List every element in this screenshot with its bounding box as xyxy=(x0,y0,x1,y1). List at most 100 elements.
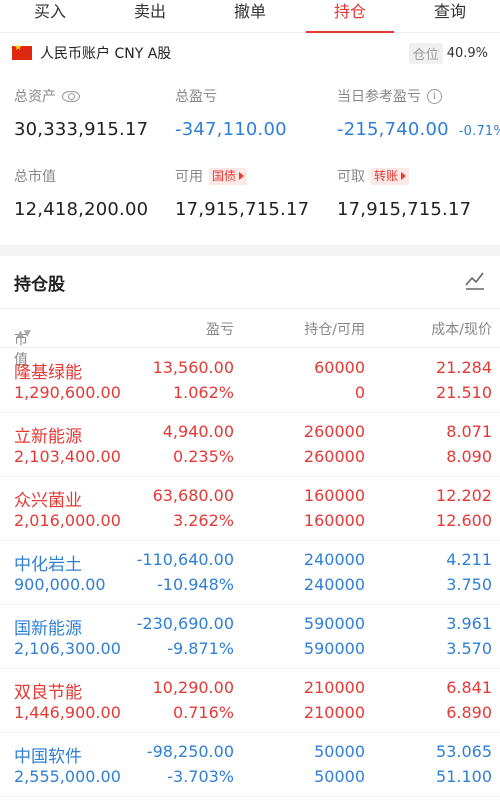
stock-available: 260000 xyxy=(303,447,365,466)
available-funds: 可用 国债 17,915,715.17 xyxy=(175,165,309,220)
stock-available: 0 xyxy=(354,383,365,402)
stock-name: 中化岩土 xyxy=(14,555,82,575)
daily-pnl-value: -215,740.00 xyxy=(337,119,449,140)
tab-cancel[interactable]: 撤单 xyxy=(200,0,300,32)
holdings-title: 持仓股 xyxy=(14,275,65,295)
stock-market-value: 2,106,300.00 xyxy=(14,639,121,658)
stock-pnl-percent: -3.703% xyxy=(167,767,234,786)
stock-position: 50000 xyxy=(314,742,365,761)
total-assets: 总资产 30,333,915.17 xyxy=(14,85,148,140)
stock-name: 双良节能 xyxy=(14,683,82,703)
stock-pnl: -110,640.00 xyxy=(136,550,234,569)
stock-price: 21.510 xyxy=(436,383,492,402)
stock-price: 3.750 xyxy=(446,575,492,594)
withdrawable-value: 17,915,715.17 xyxy=(337,199,472,220)
info-icon[interactable]: i xyxy=(427,88,442,104)
total-pnl: 总盈亏 -347,110.00 xyxy=(175,85,287,140)
stock-position: 260000 xyxy=(303,422,365,441)
tab-buy[interactable]: 买入 xyxy=(0,0,100,32)
withdrawable-label: 可取 xyxy=(337,169,365,185)
line-chart-icon[interactable] xyxy=(464,269,486,291)
stock-market-value: 1,290,600.00 xyxy=(14,383,121,402)
account-row[interactable]: 人民币账户 CNY A股 仓位 40.9% xyxy=(0,33,500,73)
section-divider xyxy=(0,245,500,256)
stock-market-value: 1,446,900.00 xyxy=(14,703,121,722)
total-pnl-label: 总盈亏 xyxy=(175,89,217,105)
table-row[interactable]: 中化岩土 900,000.00 -110,640.00 -10.948% 240… xyxy=(0,541,500,605)
stock-pnl: 4,940.00 xyxy=(162,422,234,441)
withdrawable-funds: 可取 转账 17,915,715.17 xyxy=(337,165,471,220)
sort-icon: ▲▼ xyxy=(17,329,31,339)
account-label: 人民币账户 CNY A股 xyxy=(40,46,172,62)
stock-cost: 6.841 xyxy=(446,678,492,697)
stock-position: 590000 xyxy=(303,614,365,633)
stock-market-value: 2,555,000.00 xyxy=(14,767,121,786)
stock-name: 立新能源 xyxy=(14,427,82,447)
stock-pnl-percent: 1.062% xyxy=(172,383,234,402)
stock-cost: 3.961 xyxy=(446,614,492,633)
eye-icon[interactable] xyxy=(62,90,80,102)
stock-pnl: -230,690.00 xyxy=(136,614,234,633)
stock-pnl: -98,250.00 xyxy=(146,742,234,761)
table-row[interactable]: 中国软件 2,555,000.00 -98,250.00 -3.703% 500… xyxy=(0,733,500,797)
account-summary: 总资产 30,333,915.17 总盈亏 -347,110.00 当日参考盈亏… xyxy=(0,85,500,245)
stock-name: 隆基绿能 xyxy=(14,363,82,383)
market-value-label: 总市值 xyxy=(14,169,56,185)
table-row[interactable]: 隆基绿能 1,290,600.00 13,560.00 1.062% 60000… xyxy=(0,349,500,413)
stock-available: 590000 xyxy=(303,639,365,658)
available-value: 17,915,715.17 xyxy=(175,199,310,220)
table-row[interactable]: 国新能源 2,106,300.00 -230,690.00 -9.871% 59… xyxy=(0,605,500,669)
stock-pnl-percent: 0.716% xyxy=(172,703,234,722)
total-assets-label: 总资产 xyxy=(14,89,56,105)
stock-name: 中国软件 xyxy=(14,747,82,767)
stock-pnl-percent: -9.871% xyxy=(167,639,234,658)
position-ratio: 仓位 40.9% xyxy=(408,42,488,64)
stock-position: 160000 xyxy=(303,486,365,505)
position-ratio-value: 40.9% xyxy=(446,45,488,61)
daily-pnl-percent: -0.71% xyxy=(458,124,500,139)
daily-pnl-label: 当日参考盈亏 xyxy=(337,89,421,105)
stock-position: 210000 xyxy=(303,678,365,697)
china-flag-icon xyxy=(12,43,32,60)
stock-position: 240000 xyxy=(303,550,365,569)
position-ratio-label: 仓位 xyxy=(408,42,443,64)
stock-pnl-percent: 3.262% xyxy=(172,511,234,530)
arrow-right-icon xyxy=(401,172,407,180)
tab-query[interactable]: 查询 xyxy=(400,0,500,32)
stock-cost: 8.071 xyxy=(446,422,492,441)
stock-market-value: 900,000.00 xyxy=(14,575,106,594)
stock-cost: 4.211 xyxy=(446,550,492,569)
table-row[interactable]: 众兴菌业 2,016,000.00 63,680.00 3.262% 16000… xyxy=(0,477,500,541)
tab-holdings[interactable]: 持仓 xyxy=(300,0,400,33)
stock-price: 8.090 xyxy=(446,447,492,466)
table-row[interactable]: 立新能源 2,103,400.00 4,940.00 0.235% 260000… xyxy=(0,413,500,477)
stock-pnl: 63,680.00 xyxy=(152,486,234,505)
stock-cost: 21.284 xyxy=(436,358,492,377)
daily-pnl: 当日参考盈亏 i -215,740.00 -0.71% xyxy=(337,85,500,140)
stock-name: 众兴菌业 xyxy=(14,491,82,511)
market-value-value: 12,418,200.00 xyxy=(14,199,149,220)
pnl-header: 盈亏 xyxy=(206,322,234,338)
stock-market-value: 2,103,400.00 xyxy=(14,447,121,466)
stock-name: 国新能源 xyxy=(14,619,82,639)
stock-price: 3.570 xyxy=(446,639,492,658)
arrow-right-icon xyxy=(239,172,245,180)
trade-tabs: 买入 卖出 撤单 持仓 查询 xyxy=(0,0,500,33)
holdings-column-header: 市值 ▲▼ 盈亏 持仓/可用 成本/现价 xyxy=(0,308,500,368)
tab-sell[interactable]: 卖出 xyxy=(100,0,200,32)
holdings-list: 隆基绿能 1,290,600.00 13,560.00 1.062% 60000… xyxy=(0,349,500,797)
stock-pnl-percent: 0.235% xyxy=(172,447,234,466)
stock-available: 160000 xyxy=(303,511,365,530)
treasury-bond-tag[interactable]: 国债 xyxy=(209,167,248,185)
stock-price: 12.600 xyxy=(436,511,492,530)
available-label: 可用 xyxy=(175,169,203,185)
stock-available: 50000 xyxy=(314,767,365,786)
cost-header: 成本/现价 xyxy=(431,322,492,338)
stock-price: 51.100 xyxy=(436,767,492,786)
stock-cost: 53.065 xyxy=(436,742,492,761)
transfer-tag[interactable]: 转账 xyxy=(371,167,410,185)
stock-pnl: 13,560.00 xyxy=(152,358,234,377)
table-row[interactable]: 双良节能 1,446,900.00 10,290.00 0.716% 21000… xyxy=(0,669,500,733)
stock-cost: 12.202 xyxy=(436,486,492,505)
total-assets-value: 30,333,915.17 xyxy=(14,119,149,140)
